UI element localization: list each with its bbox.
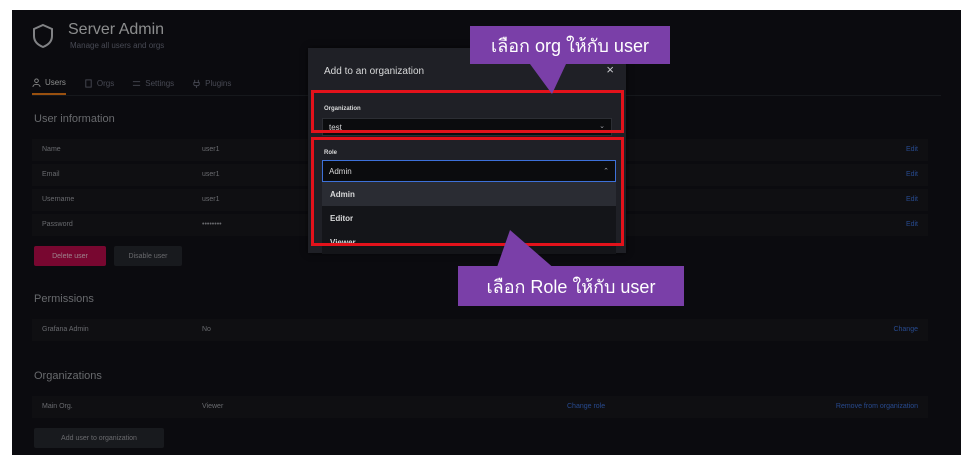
modal-title: Add to an organization [324,66,425,77]
grafana-screen: Server Admin Manage all users and orgs U… [12,10,961,455]
close-icon[interactable]: × [606,62,614,77]
org-callout: เลือก org ให้กับ user [470,26,670,64]
role-highlight-box [311,137,624,246]
org-callout-pointer [530,64,566,94]
organization-highlight-box [311,90,624,133]
role-callout: เลือก Role ให้กับ user [458,266,684,306]
role-callout-pointer [496,230,556,270]
